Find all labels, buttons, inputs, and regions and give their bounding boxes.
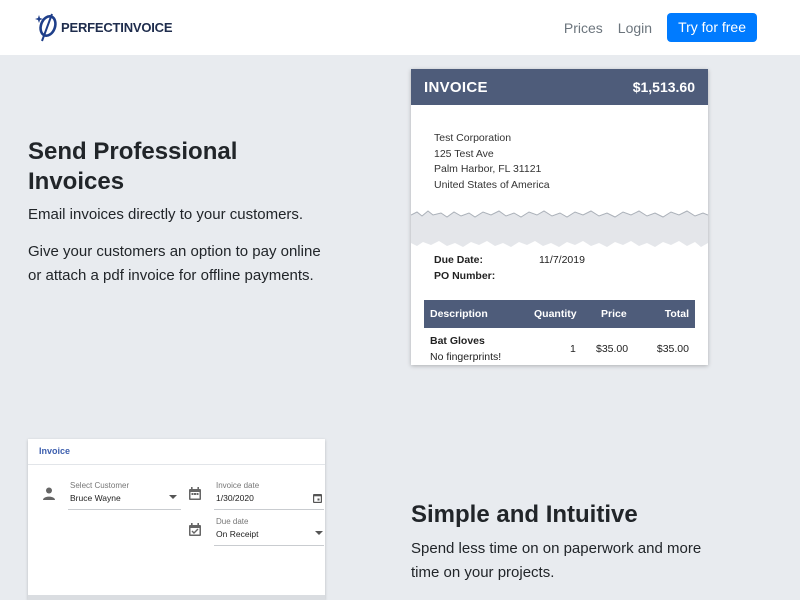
logo-text-part2: INVOICE [120, 19, 173, 35]
item-name: Bat Gloves [430, 335, 485, 347]
form-title: Invoice [28, 439, 325, 465]
item-total: $35.00 [656, 343, 689, 355]
brand-logo[interactable]: PERFECTINVOICE [35, 12, 173, 42]
due-date-field-label: Due date [216, 517, 249, 526]
chevron-down-icon [315, 531, 323, 535]
invoice-meta: Due Date: 11/7/2019 PO Number: [434, 253, 585, 284]
calendar-check-icon [189, 523, 201, 536]
logo-icon [35, 13, 57, 42]
column-description: Description [430, 308, 488, 320]
invoice-date-input[interactable]: 1/30/2020 [216, 493, 254, 503]
person-icon [43, 487, 55, 500]
top-navbar: PERFECTINVOICE Prices Login Try for free [0, 0, 800, 55]
item-price: $35.00 [596, 343, 629, 355]
calendar-icon [189, 487, 201, 500]
column-total: Total [664, 308, 689, 320]
chevron-down-icon [169, 495, 177, 499]
address-line: United States of America [434, 178, 550, 191]
address-line: Test Corporation [434, 132, 512, 144]
customer-underline [68, 509, 181, 510]
form-footer-strip [28, 595, 325, 600]
invoice-table-header: Description Quantity Price Total [424, 300, 695, 328]
invoice-form-preview: Invoice Select Customer Bruce Wayne Invo… [28, 439, 325, 600]
logo-text: PERFECTINVOICE [61, 19, 173, 35]
section1-paragraph1: Email invoices directly to your customer… [28, 206, 304, 223]
nav-prices-link[interactable]: Prices [564, 14, 603, 42]
due-date-underline [214, 545, 324, 546]
invoice-address: Test Corporation 125 Test Ave Palm Harbo… [434, 131, 550, 193]
invoice-table-row: Bat Gloves No fingerprints! 1 $35.00 $35… [424, 335, 695, 365]
due-date-select[interactable]: On Receipt [216, 529, 259, 539]
due-date-value: 11/7/2019 [539, 254, 585, 266]
item-note: No fingerprints! [430, 351, 502, 363]
invoice-title: INVOICE [424, 78, 488, 96]
invoice-amount: $1,513.60 [632, 79, 695, 95]
calendar-picker-icon[interactable] [313, 493, 322, 503]
section1-title: Send Professional Invoices [28, 138, 238, 195]
invoice-preview-image: INVOICE $1,513.60 Test Corporation 125 T… [411, 69, 708, 365]
due-date-label: Due Date: [434, 254, 484, 266]
section2-paragraph: Spend less time on on paperwork and more… [411, 540, 702, 581]
customer-label: Select Customer [70, 481, 130, 490]
column-quantity: Quantity [534, 308, 577, 320]
nav-links: Prices Login Try for free [564, 13, 757, 42]
invoice-date-underline [214, 509, 324, 510]
customer-select[interactable]: Bruce Wayne [70, 493, 121, 503]
section2-title: Simple and Intuitive [411, 501, 638, 528]
nav-login-link[interactable]: Login [618, 14, 652, 42]
try-for-free-button[interactable]: Try for free [667, 13, 757, 42]
section1-paragraph2: Give your customers an option to pay onl… [28, 243, 321, 284]
address-line: 125 Test Ave [434, 147, 494, 160]
invoice-date-label: Invoice date [216, 481, 260, 490]
po-number-label: PO Number: [434, 269, 496, 282]
address-line: Palm Harbor, FL 31121 [434, 163, 542, 175]
invoice-header: INVOICE $1,513.60 [411, 69, 708, 105]
item-quantity: 1 [570, 343, 576, 355]
torn-paper-divider [411, 210, 708, 247]
logo-text-part1: PERFECT [61, 19, 121, 35]
column-price: Price [601, 308, 627, 320]
